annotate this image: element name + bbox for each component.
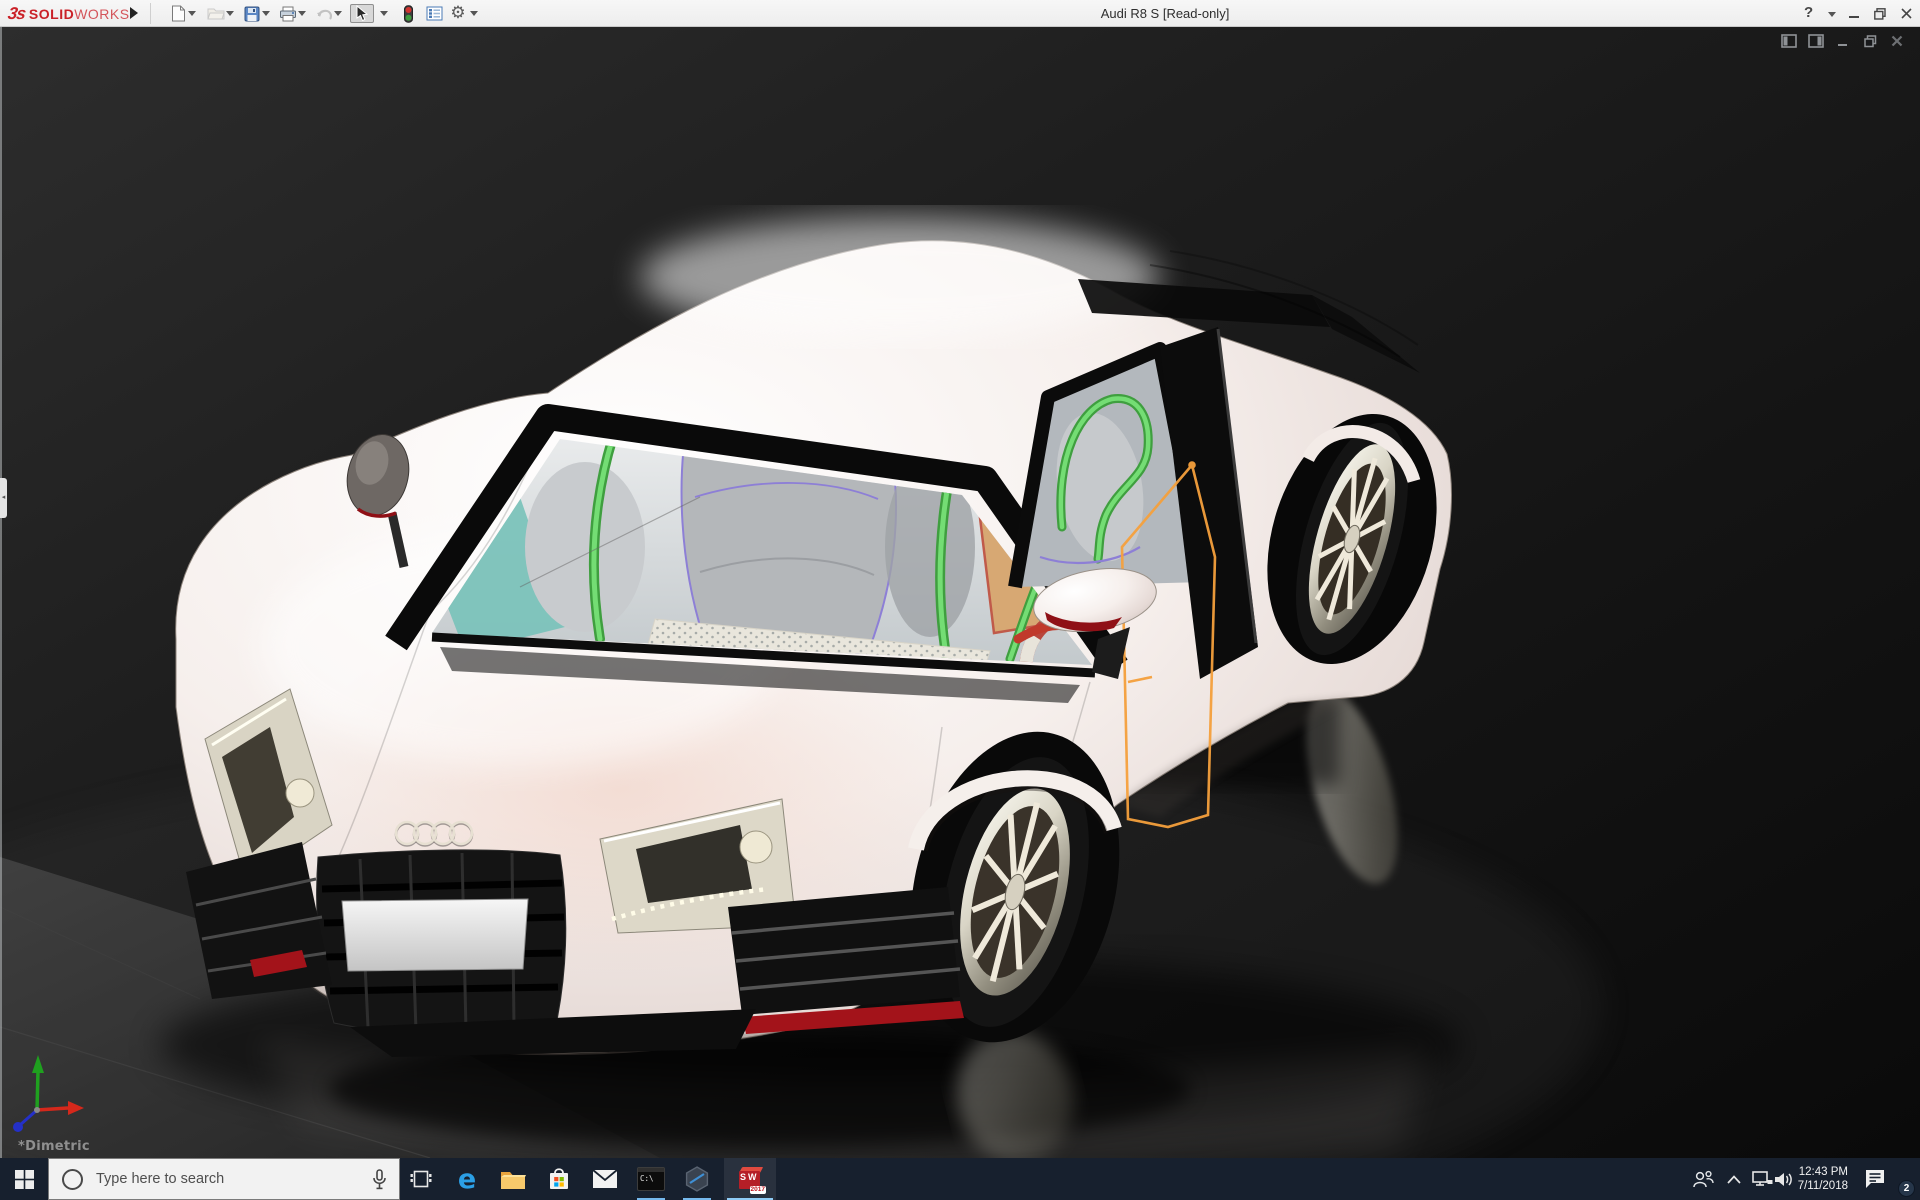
open-folder-icon (207, 8, 225, 20)
help-dropdown-caret[interactable] (1828, 12, 1836, 17)
close-icon (1900, 8, 1912, 19)
viewport-3d[interactable]: ◂ *Dimetric (0, 27, 1920, 1158)
microphone-icon[interactable] (372, 1168, 387, 1190)
hexagon-icon (685, 1166, 709, 1192)
edge-icon: e (457, 1163, 477, 1195)
new-document-button[interactable] (168, 4, 188, 23)
store-bag-icon (550, 1168, 568, 1189)
tray-overflow-button[interactable] (1722, 1158, 1746, 1200)
clock-time: 12:43 PM (1798, 1166, 1848, 1178)
select-dropdown-caret[interactable] (380, 11, 388, 16)
task-view-icon (410, 1170, 432, 1188)
sw-year: 2017 (749, 1186, 766, 1194)
restore-icon (1863, 34, 1876, 47)
task-view-button[interactable] (398, 1158, 444, 1200)
doc-restore-button[interactable] (1861, 33, 1879, 49)
license-plate (341, 898, 529, 972)
solidworks-logo: 3s SOLID WORKS (6, 0, 130, 27)
doc-close-button[interactable] (1888, 33, 1906, 49)
taskbar-app-hexagon[interactable] (674, 1158, 720, 1200)
folder-icon (501, 1171, 526, 1189)
new-dropdown-caret[interactable] (188, 11, 196, 16)
taskbar-clock[interactable]: 12:43 PM 7/11/2018 (1790, 1158, 1848, 1200)
titlebar: 3s SOLID WORKS ⚙ Audi R8 S [Read-only] ? (0, 0, 1920, 27)
solidworks-cube-icon: SW 2017 (737, 1166, 766, 1194)
doc-minimize-button[interactable] (1834, 33, 1852, 49)
cortana-icon (62, 1168, 83, 1190)
clock-date: 7/11/2018 (1797, 1180, 1848, 1192)
undo-dropdown-caret[interactable] (334, 11, 342, 16)
display-pane-button[interactable] (424, 4, 444, 23)
print-dropdown-caret[interactable] (298, 11, 306, 16)
solidworks-mark-icon: 3s (6, 3, 27, 23)
taskbar-app-solidworks[interactable]: SW 2017 (724, 1158, 776, 1200)
save-button[interactable] (242, 4, 262, 23)
taskbar-app-file-explorer[interactable] (490, 1158, 536, 1200)
feature-manager-collapsed-tab[interactable]: ◂ (0, 478, 7, 518)
open-dropdown-caret[interactable] (226, 11, 234, 16)
screen: 3s SOLID WORKS ⚙ Audi R8 S [Read-only] ?… (0, 0, 1920, 1200)
save-floppy-icon (244, 6, 260, 21)
select-button[interactable] (350, 4, 374, 23)
taskbar-search[interactable] (48, 1158, 400, 1200)
view-orientation-label: *Dimetric (18, 1139, 90, 1154)
action-center-icon (1866, 1170, 1884, 1188)
people-icon (1693, 1170, 1714, 1188)
people-button[interactable] (1688, 1158, 1718, 1200)
help-button[interactable]: ? (1804, 0, 1813, 27)
front-grille[interactable] (316, 849, 567, 1035)
scene-canvas[interactable] (0, 27, 1920, 1158)
terminal-icon: C:\ (637, 1167, 665, 1191)
close-button[interactable] (1894, 0, 1918, 27)
window-title: Audi R8 S [Read-only] (1100, 6, 1230, 21)
terminal-prompt-text: C:\ (640, 1174, 654, 1183)
right-intake (728, 887, 964, 1034)
mail-envelope-icon (592, 1169, 618, 1188)
panel-edge-strip (0, 27, 2, 1158)
sw-letters: SW (740, 1172, 759, 1182)
list-pane-icon (426, 6, 442, 21)
print-button[interactable] (278, 4, 298, 23)
taskbar-app-command-prompt[interactable]: C:\ (628, 1158, 674, 1200)
minimize-icon (1838, 44, 1847, 46)
minimize-button[interactable] (1842, 0, 1866, 27)
brand-works: WORKS (74, 5, 130, 22)
feature-pane-button[interactable] (1780, 33, 1798, 49)
options-button[interactable]: ⚙ (448, 4, 468, 23)
menu-flyout-arrow-icon[interactable] (130, 7, 138, 19)
taskbar-app-edge[interactable]: e (444, 1158, 490, 1200)
close-icon (1891, 35, 1903, 47)
notification-badge: 2 (1898, 1180, 1915, 1197)
search-input[interactable] (94, 1170, 372, 1188)
start-button[interactable] (0, 1158, 48, 1200)
chevron-up-icon (1727, 1174, 1741, 1184)
restore-button[interactable] (1868, 0, 1892, 27)
undo-button[interactable] (314, 4, 334, 23)
select-cursor-icon (356, 5, 369, 22)
brand-solid: SOLID (28, 5, 75, 22)
taskbar: e C:\ SW (0, 1158, 1920, 1200)
new-document-icon (171, 5, 185, 22)
options-dropdown-caret[interactable] (470, 11, 478, 16)
gear-icon: ⚙ (450, 3, 466, 23)
save-dropdown-caret[interactable] (262, 11, 270, 16)
toolbar-divider (150, 3, 151, 24)
printer-icon (280, 6, 296, 21)
restore-icon (1874, 7, 1886, 20)
display-pane-icon (1808, 34, 1824, 48)
windows-start-icon (14, 1169, 34, 1189)
action-center-button[interactable] (1858, 1158, 1892, 1200)
minimize-icon (1848, 16, 1859, 18)
taskbar-app-mail[interactable] (582, 1158, 628, 1200)
taskbar-app-store[interactable] (536, 1158, 582, 1200)
traffic-light-icon (403, 4, 413, 23)
document-window-controls (1780, 33, 1906, 49)
display-pane-toggle-button[interactable] (1807, 33, 1825, 49)
display-states-button[interactable] (398, 4, 418, 23)
undo-arrow-icon (316, 9, 332, 20)
feature-pane-icon (1781, 34, 1797, 48)
open-button[interactable] (206, 4, 226, 23)
